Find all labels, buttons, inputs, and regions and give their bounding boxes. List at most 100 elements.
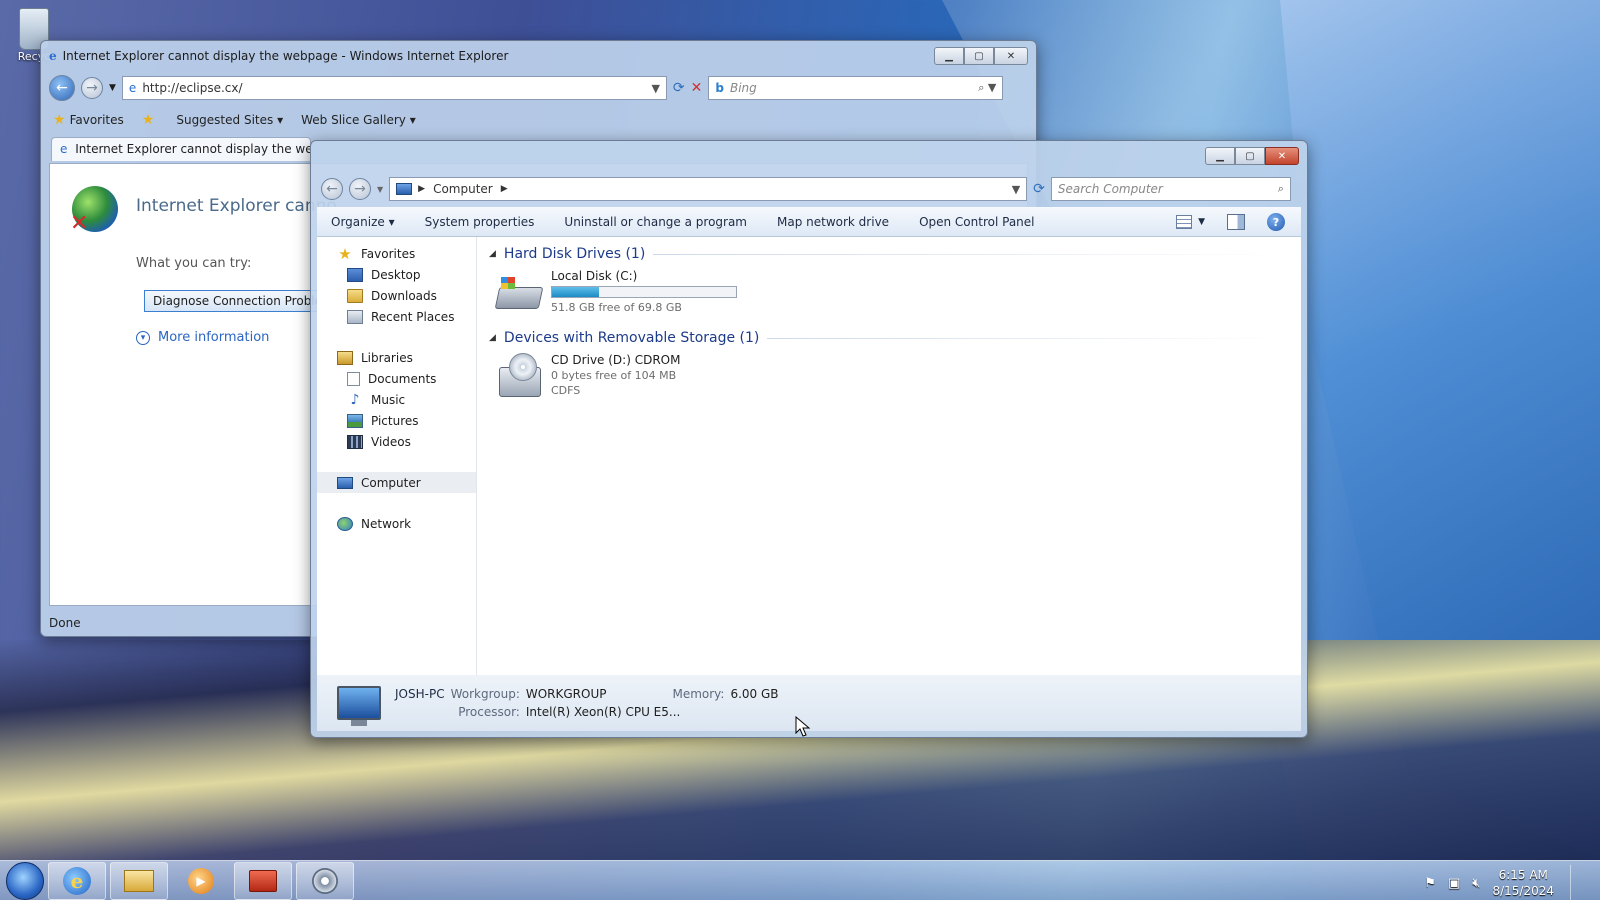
explorer-command-bar: Organize ▾ System properties Uninstall o…: [317, 207, 1301, 237]
sidebar-item-network[interactable]: Network: [317, 513, 476, 534]
sidebar-item-recent-places[interactable]: Recent Places: [317, 306, 476, 327]
start-button[interactable]: [6, 861, 44, 900]
cd-drive-d-item[interactable]: CD Drive (D:) CDROM 0 bytes free of 104 …: [489, 349, 1289, 411]
explorer-minimize-button[interactable]: ▁: [1205, 147, 1235, 165]
taskbar-settings-app[interactable]: [296, 861, 354, 900]
drive-file-system: CDFS: [551, 384, 581, 397]
explorer-refresh-icon[interactable]: ⟳: [1033, 181, 1045, 197]
favorites-button[interactable]: ★ Favorites: [53, 112, 124, 128]
sidebar-item-pictures[interactable]: Pictures: [317, 410, 476, 431]
suggested-sites-label: Suggested Sites: [176, 113, 274, 127]
error-headline: Internet Explorer canno: [136, 196, 337, 216]
sidebar-label: Downloads: [371, 288, 437, 303]
explorer-maximize-button[interactable]: ▢: [1235, 147, 1265, 165]
sidebar-label: Favorites: [361, 246, 416, 261]
stop-icon[interactable]: ✕: [691, 80, 703, 96]
sidebar-item-documents[interactable]: Documents: [317, 368, 476, 389]
network-tray-icon[interactable]: ▣: [1448, 876, 1460, 891]
explorer-forward-button[interactable]: →: [349, 178, 371, 200]
hard-disk-drives-group-header[interactable]: ◢ Hard Disk Drives (1): [489, 243, 1289, 265]
address-history-dropdown-icon[interactable]: ▼: [1012, 183, 1020, 196]
error-globe-icon: ✕: [70, 186, 118, 236]
explorer-close-button[interactable]: ✕: [1265, 147, 1299, 165]
gear-icon: [312, 867, 338, 894]
toolbox-icon: [249, 869, 277, 892]
collapse-triangle-icon: ◢: [489, 333, 496, 343]
taskbar-internet-explorer[interactable]: e: [48, 861, 106, 900]
computer-icon: [337, 476, 353, 489]
open-control-panel-button[interactable]: Open Control Panel: [919, 215, 1034, 229]
expand-chevron-icon: ▾: [136, 330, 150, 345]
taskbar-toolbox-app[interactable]: [234, 861, 292, 900]
uninstall-program-button[interactable]: Uninstall or change a program: [564, 215, 747, 229]
refresh-icon[interactable]: ⟳: [673, 80, 685, 96]
ie-logo-icon: e: [49, 49, 57, 63]
back-button[interactable]: ←: [49, 75, 75, 101]
organize-menu[interactable]: Organize ▾: [331, 215, 395, 229]
media-player-icon: ▶: [188, 867, 214, 894]
sidebar-item-libraries[interactable]: Libraries: [317, 347, 476, 368]
removable-storage-group-header[interactable]: ◢ Devices with Removable Storage (1): [489, 327, 1289, 349]
map-network-drive-button[interactable]: Map network drive: [777, 215, 889, 229]
favorites-star-icon: ★: [53, 112, 66, 128]
help-icon[interactable]: ?: [1267, 213, 1285, 231]
clock[interactable]: 6:15 AM 8/15/2024: [1492, 867, 1554, 899]
change-view-button[interactable]: ▼: [1176, 215, 1205, 229]
system-properties-button[interactable]: System properties: [425, 215, 535, 229]
mouse-cursor-icon: [795, 716, 811, 737]
local-disk-c-item[interactable]: Local Disk (C:) 51.8 GB free of 69.8 GB: [489, 265, 1289, 327]
taskbar-media-player[interactable]: ▶: [172, 862, 230, 900]
ie-search-box[interactable]: b Bing ⌕ ▼: [708, 76, 1004, 100]
explorer-search-icon[interactable]: ⌕: [1278, 182, 1284, 196]
sidebar-item-desktop[interactable]: Desktop: [317, 264, 476, 285]
folder-icon: [124, 869, 154, 892]
address-dropdown-icon[interactable]: ▼: [651, 82, 659, 95]
explorer-window[interactable]: ▁ ▢ ✕ ← → ▼ ▶ Computer ▶ ▼ ⟳ Search Comp…: [310, 140, 1308, 738]
web-slice-gallery-link[interactable]: Web Slice Gallery ▾: [301, 113, 416, 127]
taskbar-windows-explorer[interactable]: [110, 861, 168, 900]
cd-drive-icon: [495, 353, 543, 399]
ie-maximize-button[interactable]: ▢: [964, 47, 994, 65]
ie-minimize-button[interactable]: ▁: [934, 47, 964, 65]
sidebar-item-favorites[interactable]: ★ Favorites: [317, 243, 476, 264]
ie-tab[interactable]: e Internet Explorer cannot display the w…: [51, 137, 311, 161]
ie-close-button[interactable]: ✕: [994, 47, 1028, 65]
explorer-search-box[interactable]: Search Computer ⌕: [1050, 177, 1291, 201]
sidebar-item-music[interactable]: ♪ Music: [317, 389, 476, 410]
breadcrumb-computer[interactable]: Computer: [433, 182, 493, 196]
forward-button[interactable]: →: [81, 77, 103, 99]
add-favorite-icon[interactable]: ★: [142, 112, 155, 128]
explorer-address-bar[interactable]: ▶ Computer ▶ ▼: [389, 177, 1028, 201]
breadcrumb-separator-icon: ▶: [418, 184, 426, 194]
volume-muted-icon[interactable]: 🔇︎: [1472, 876, 1480, 891]
breadcrumb-chevron-icon[interactable]: ▶: [501, 184, 508, 194]
drive-free-space: 51.8 GB free of 69.8 GB: [551, 301, 682, 314]
more-information-link[interactable]: ▾ More information: [136, 330, 269, 345]
sidebar-item-downloads[interactable]: Downloads: [317, 285, 476, 306]
explorer-titlebar[interactable]: [311, 141, 1307, 169]
recent-places-icon: [347, 309, 363, 324]
sidebar-label: Computer: [361, 475, 421, 490]
recent-locations-dropdown-icon[interactable]: ▼: [377, 185, 383, 194]
explorer-back-button[interactable]: ←: [321, 178, 343, 200]
views-icon: [1176, 215, 1193, 229]
sidebar-item-videos[interactable]: Videos: [317, 431, 476, 452]
workgroup-label: Workgroup:: [450, 687, 520, 701]
ie-address-text: http://eclipse.cx/: [142, 81, 243, 95]
recent-pages-dropdown-icon[interactable]: ▼: [109, 83, 116, 93]
ie-titlebar[interactable]: e Internet Explorer cannot display the w…: [41, 41, 1036, 71]
favorites-star-icon: ★: [338, 244, 352, 263]
ie-address-bar[interactable]: e http://eclipse.cx/ ▼: [121, 76, 667, 100]
action-center-flag-icon[interactable]: ⚑: [1424, 876, 1436, 891]
preview-pane-icon[interactable]: [1227, 214, 1245, 230]
disk-usage-bar: [551, 286, 737, 298]
sidebar-item-computer[interactable]: Computer: [317, 472, 476, 493]
sidebar-label: Desktop: [371, 267, 421, 282]
computer-name: JOSH-PC: [395, 687, 445, 701]
suggested-sites-link[interactable]: Suggested Sites ▾: [176, 113, 283, 127]
show-desktop-button[interactable]: [1570, 865, 1580, 900]
clock-time: 6:15 AM: [1498, 868, 1548, 882]
system-tray: ⚑ ▣ 🔇︎ 6:15 AM 8/15/2024: [1424, 865, 1580, 900]
search-icon[interactable]: ⌕ ▼: [978, 81, 996, 95]
